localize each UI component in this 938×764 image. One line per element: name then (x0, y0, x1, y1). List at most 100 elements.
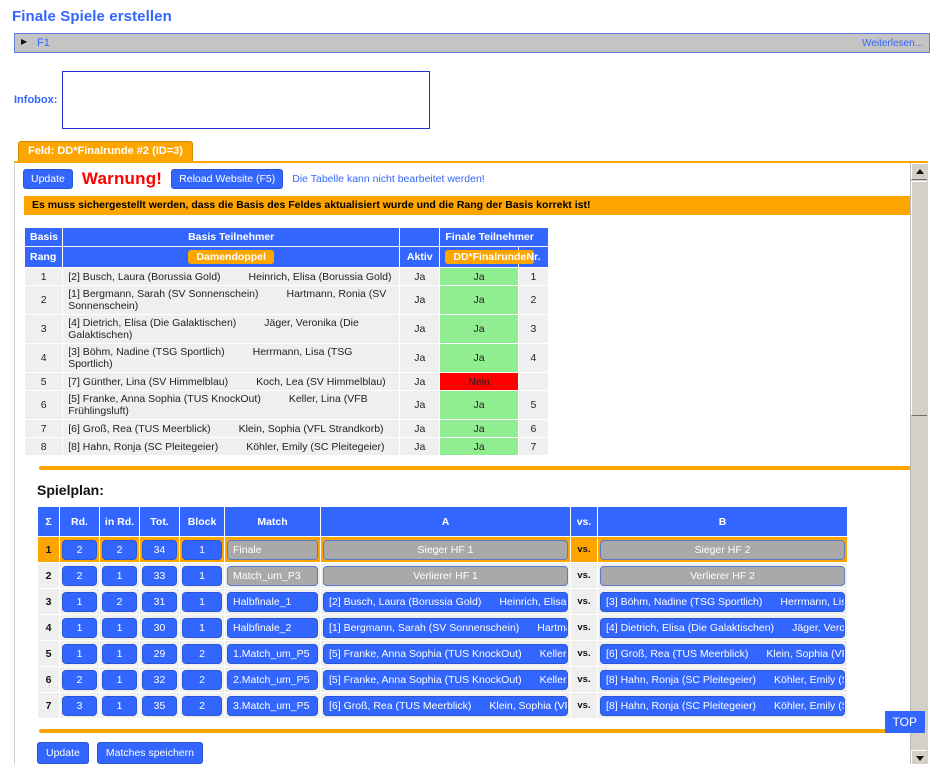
update-button[interactable]: Update (23, 169, 73, 189)
block-field[interactable]: 1 (182, 617, 222, 638)
table-row: 6 [5] Franke, Anna Sophia (TUS KnockOut) K… (23, 390, 550, 420)
rd-field[interactable]: 3 (62, 695, 97, 716)
in-rd-field[interactable]: 1 (102, 617, 137, 638)
cell-tot: 32 (139, 666, 180, 693)
rd-field[interactable]: 1 (62, 617, 97, 638)
rd-field[interactable]: 2 (62, 539, 97, 560)
block-field[interactable]: 2 (182, 669, 222, 690)
cell-rang: 2 (23, 285, 64, 315)
cell-finale-status: Ja (439, 419, 519, 438)
cell-b: [4] Dietrich, Elisa (Die Galaktischen) Jä… (597, 614, 848, 641)
match-name-field[interactable]: 3.Match_um_P5 (227, 695, 318, 716)
cell-sum: 4 (37, 614, 60, 641)
tot-field[interactable]: 33 (142, 565, 177, 586)
in-rd-field[interactable]: 2 (102, 539, 137, 560)
a-team-field[interactable]: [1] Bergmann, Sarah (SV Sonnenschein) Har… (323, 617, 568, 638)
cell-tot: 35 (139, 692, 180, 719)
cell-b: [8] Hahn, Ronja (SC Pleitegeier) Köhler, … (597, 692, 848, 719)
match-name-field[interactable]: Match_um_P3 (227, 565, 318, 586)
a-team-field[interactable]: Verlierer HF 1 (323, 565, 568, 586)
cell-rang: 1 (23, 267, 64, 286)
b-team-field[interactable]: [4] Dietrich, Elisa (Die Galaktischen) Jä… (600, 617, 845, 638)
b-team-field[interactable]: [3] Böhm, Nadine (TSG Sportlich) Herrmann… (600, 591, 845, 612)
match-name-field[interactable]: 1.Match_um_P5 (227, 643, 318, 664)
rd-field[interactable]: 1 (62, 643, 97, 664)
basis-group-header-row: Basis Basis Teilnehmer Finale Teilnehmer (23, 227, 549, 247)
cell-nr: 4 (517, 343, 550, 373)
tot-field[interactable]: 32 (142, 669, 177, 690)
block-field[interactable]: 2 (182, 643, 222, 664)
b-player-2: Klein, Sophia (VFL St (766, 647, 844, 660)
b-team-field[interactable]: Verlierer HF 2 (600, 565, 845, 586)
block-field[interactable]: 1 (182, 565, 222, 586)
tot-field[interactable]: 30 (142, 617, 177, 638)
a-team-field[interactable]: Sieger HF 1 (323, 539, 568, 560)
in-rd-field[interactable]: 1 (102, 695, 137, 716)
in-rd-field[interactable]: 1 (102, 643, 137, 664)
read-more-link[interactable]: Weiterlesen... (862, 38, 923, 49)
cell-participants: [5] Franke, Anna Sophia (TUS KnockOut) Ke… (62, 390, 401, 420)
cell-participants: [6] Groß, Rea (TUS Meerblick) Klein, Soph… (62, 419, 401, 438)
block-field[interactable]: 1 (182, 591, 222, 612)
a-team-field[interactable]: [6] Groß, Rea (TUS Meerblick) Klein, Soph… (323, 695, 568, 716)
scrollbar-thumb[interactable] (911, 181, 927, 416)
tot-field[interactable]: 31 (142, 591, 177, 612)
player-1: [5] Franke, Anna Sophia (TUS KnockOut) (68, 393, 261, 405)
cell-nr: 2 (517, 285, 550, 315)
cell-sum: 1 (37, 536, 60, 563)
spielplan-header-row: Σ Rd. in Rd. Tot. Block Match A vs. B (37, 506, 848, 537)
cell-a: [6] Groß, Rea (TUS Meerblick) Klein, Soph… (320, 692, 571, 719)
rd-field[interactable]: 2 (62, 565, 97, 586)
tot-field[interactable]: 34 (142, 539, 177, 560)
block-field[interactable]: 2 (182, 695, 222, 716)
match-name-field[interactable]: 2.Match_um_P5 (227, 669, 318, 690)
cell-in-rd: 1 (99, 614, 140, 641)
b-team-field[interactable]: [6] Groß, Rea (TUS Meerblick) Klein, Soph… (600, 643, 845, 664)
rd-field[interactable]: 2 (62, 669, 97, 690)
cell-aktiv: Ja (399, 437, 441, 456)
scroll-up-icon[interactable] (911, 163, 927, 180)
tot-field[interactable]: 35 (142, 695, 177, 716)
match-name-field[interactable]: Finale (227, 539, 318, 560)
tot-field[interactable]: 29 (142, 643, 177, 664)
cell-nr: 6 (517, 419, 550, 438)
b-player-1: [6] Groß, Rea (TUS Meerblick) (606, 647, 749, 660)
in-rd-field[interactable]: 1 (102, 669, 137, 690)
infobox-row: Infobox: (0, 71, 938, 129)
infobox-input[interactable] (62, 71, 430, 129)
cell-rang: 8 (23, 437, 64, 456)
table-row: 3 1 2 31 1 Halbfinale_1 [2] Busch, Laura (Boru… (37, 588, 848, 615)
b-team-field[interactable]: Sieger HF 2 (600, 539, 845, 560)
player-1: [4] Dietrich, Elisa (Die Galaktischen) (68, 317, 237, 329)
a-team-field[interactable]: [5] Franke, Anna Sophia (TUS KnockOut) Ke… (323, 669, 568, 690)
b-team-field[interactable]: [8] Hahn, Ronja (SC Pleitegeier) Köhler, … (600, 669, 845, 690)
scroll-to-top-button[interactable]: TOP (884, 711, 925, 733)
cell-a: [2] Busch, Laura (Borussia Gold) Heinrich… (320, 588, 571, 615)
field-tab[interactable]: Feld: DD*Finalrunde #2 (ID=3) (18, 141, 193, 161)
cell-a: [5] Franke, Anna Sophia (TUS KnockOut) Ke… (320, 640, 571, 667)
match-name-field[interactable]: Halbfinale_2 (227, 617, 318, 638)
block-field[interactable]: 1 (182, 539, 222, 560)
in-rd-field[interactable]: 1 (102, 565, 137, 586)
table-row: 4 [3] Böhm, Nadine (TSG Sportlich) Herrman… (23, 343, 550, 373)
a-team-field[interactable]: [2] Busch, Laura (Borussia Gold) Heinrich… (323, 591, 568, 612)
cell-match: 3.Match_um_P5 (224, 692, 321, 719)
save-matches-button[interactable]: Matches speichern (96, 742, 203, 764)
reload-website-button[interactable]: Reload Website (F5) (171, 169, 284, 189)
accordion-header-f1[interactable]: ▶ F1 Weiterlesen... (14, 33, 930, 53)
match-name-field[interactable]: Halbfinale_1 (227, 591, 318, 612)
a-team-field[interactable]: [5] Franke, Anna Sophia (TUS KnockOut) Ke… (323, 643, 568, 664)
divider-orange-bottom (39, 729, 913, 733)
cell-rd: 2 (59, 666, 100, 693)
vertical-scrollbar[interactable] (910, 163, 927, 764)
a-player-2: Keller, Lin (539, 647, 568, 660)
cell-b: Sieger HF 2 (597, 536, 848, 563)
cell-match: 2.Match_um_P5 (224, 666, 321, 693)
rd-field[interactable]: 1 (62, 591, 97, 612)
scroll-down-icon[interactable] (911, 750, 927, 764)
b-team-field[interactable]: [8] Hahn, Ronja (SC Pleitegeier) Köhler, … (600, 695, 845, 716)
in-rd-field[interactable]: 2 (102, 591, 137, 612)
a-player-1: [5] Franke, Anna Sophia (TUS KnockOut) (329, 647, 522, 660)
footer-update-button[interactable]: Update (37, 742, 89, 764)
cell-match: Halbfinale_1 (224, 588, 321, 615)
